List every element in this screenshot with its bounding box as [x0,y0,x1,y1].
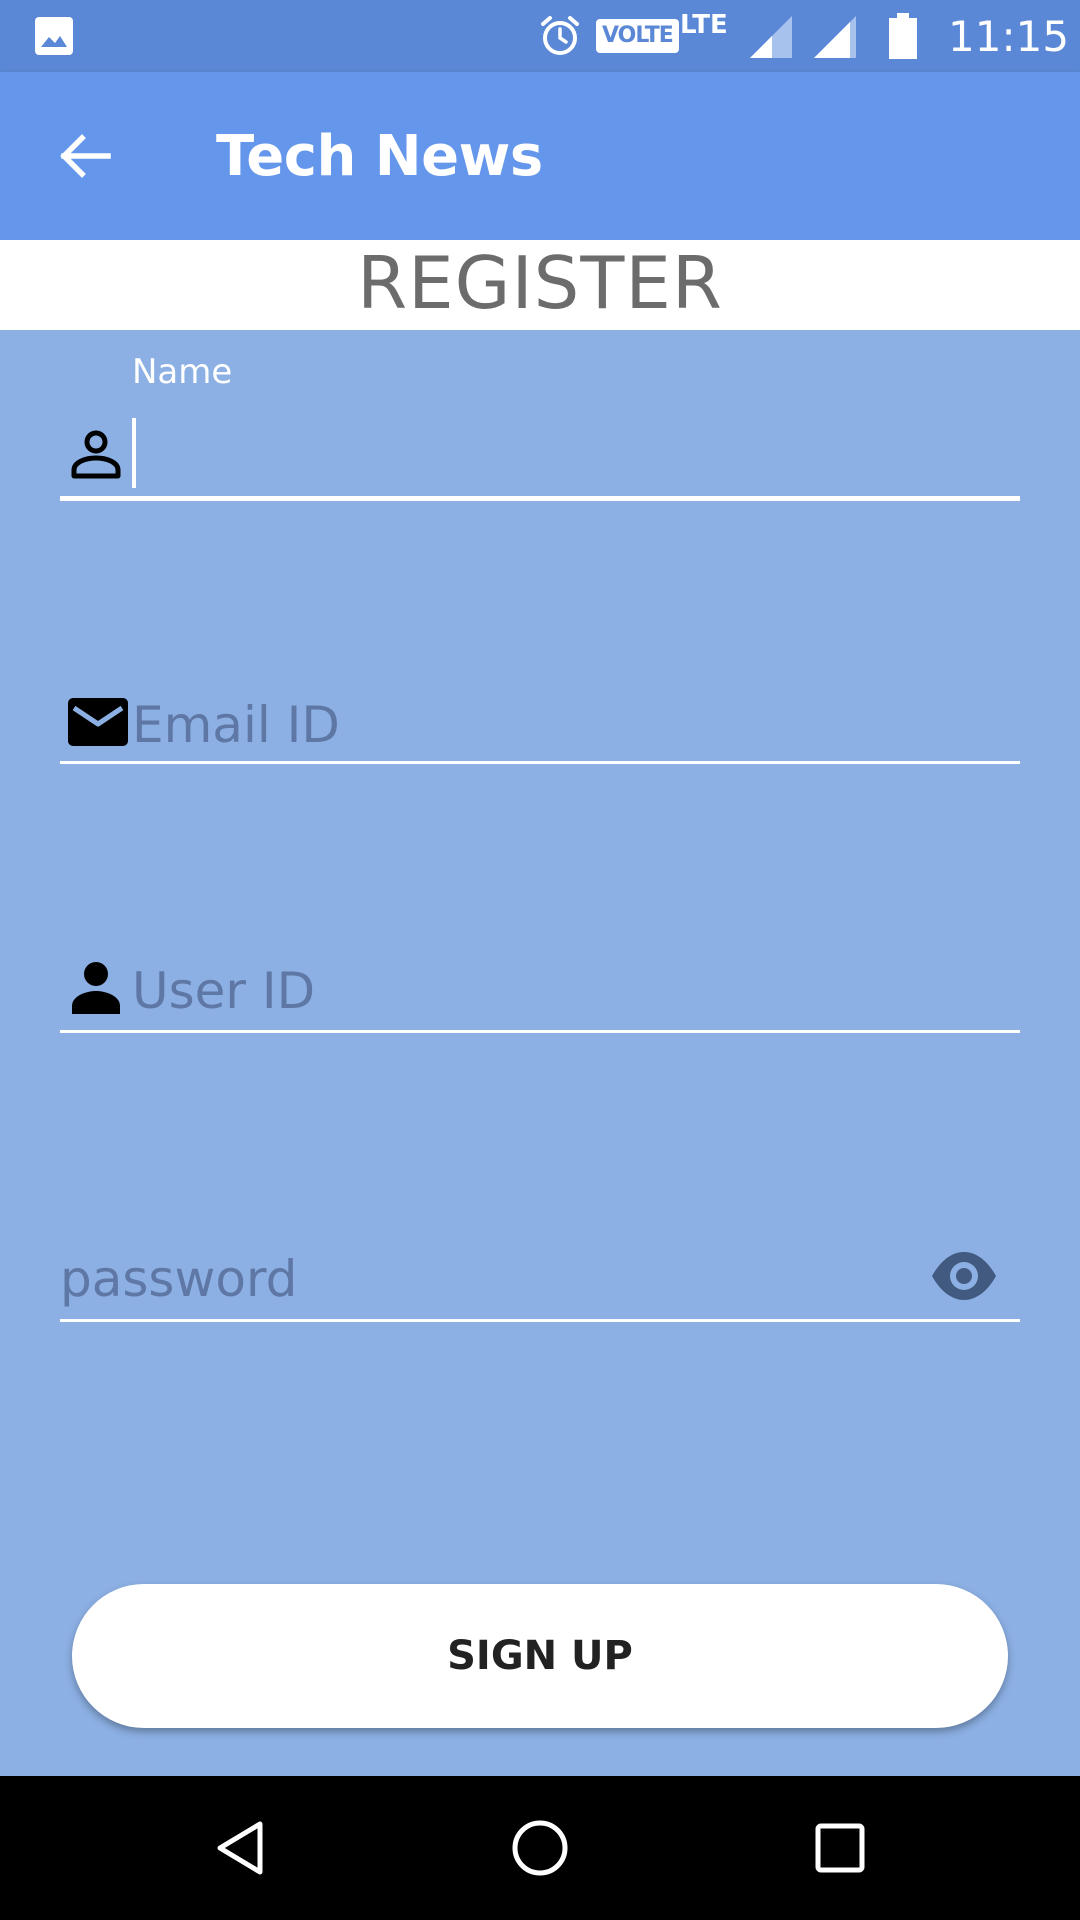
battery-icon [889,13,917,59]
nav-recents-icon[interactable] [808,1816,872,1880]
app-bar: Tech News [0,72,1080,240]
email-field[interactable] [60,680,1020,780]
person-outline-icon [71,430,121,479]
name-field-label: Name [132,352,233,392]
status-bar: VOLTE LTE 11:15 [0,0,1080,72]
password-field-underline [60,1319,1020,1322]
text-cursor [132,418,136,488]
name-input[interactable] [142,418,1002,488]
gallery-icon [35,17,73,55]
name-field[interactable]: Name [60,340,1020,504]
name-field-underline [60,496,1020,501]
arrow-back-icon[interactable] [56,128,112,184]
mail-icon [68,698,128,746]
eye-icon[interactable] [930,1248,998,1304]
nav-back-icon[interactable] [208,1816,272,1880]
user-id-input[interactable] [132,954,992,1028]
password-field[interactable] [60,1234,1020,1334]
person-icon [72,962,120,1014]
user-id-field[interactable] [60,946,1020,1046]
register-header: REGISTER [0,240,1080,330]
password-input[interactable] [60,1242,880,1316]
network-type-label: LTE [680,10,728,40]
clock-time: 11:15 [948,12,1070,61]
signal-icon [814,16,856,58]
signal-icon [750,16,792,58]
volte-badge: VOLTE [596,19,679,53]
email-input[interactable] [132,688,992,762]
navigation-bar [0,1776,1080,1920]
sign-up-button[interactable]: SIGN UP [72,1584,1008,1728]
user-id-field-underline [60,1030,1020,1033]
email-field-underline [60,761,1020,764]
page-title: REGISTER [357,241,723,325]
nav-home-icon[interactable] [508,1816,572,1880]
alarm-icon [541,16,579,55]
app-title: Tech News [216,124,543,189]
